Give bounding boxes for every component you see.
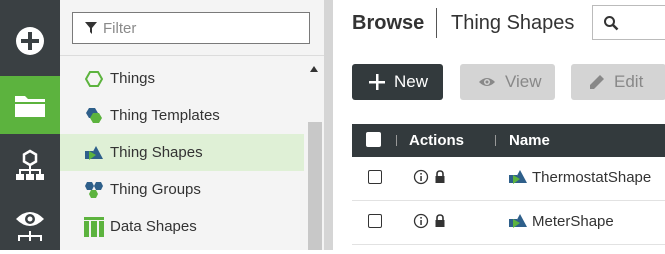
edit-button-label: Edit xyxy=(614,72,644,91)
nav-item-data-shapes[interactable]: Data Shapes xyxy=(60,208,304,245)
monitoring-button[interactable] xyxy=(0,196,60,254)
entity-navigation-panel: Things Thing Templates Thing Shapes xyxy=(60,0,324,250)
main-content: Browse Thing Shapes New View Edit Action… xyxy=(333,0,665,250)
info-icon[interactable] xyxy=(413,169,429,185)
add-button[interactable] xyxy=(0,12,60,70)
nav-divider xyxy=(60,55,324,56)
plus-icon xyxy=(369,74,385,90)
column-divider xyxy=(495,135,496,146)
thing-template-icon xyxy=(84,106,104,126)
nav-item-label: Data Shapes xyxy=(110,218,197,235)
nav-item-label: Things xyxy=(110,70,156,87)
edit-button[interactable]: Edit xyxy=(571,64,665,100)
nav-item-thing-groups[interactable]: Thing Groups xyxy=(60,171,304,208)
filter-input[interactable] xyxy=(97,19,293,37)
filter-box[interactable] xyxy=(72,12,310,44)
filter-icon xyxy=(85,22,97,34)
lock-icon xyxy=(435,214,445,227)
nav-item-thing-templates[interactable]: Thing Templates xyxy=(60,97,304,134)
thing-groups-icon xyxy=(84,180,104,200)
table-row[interactable]: ThermostatShape xyxy=(352,157,665,201)
nav-item-things[interactable]: Things xyxy=(60,60,304,97)
pencil-icon xyxy=(590,75,604,89)
page-title: Browse xyxy=(352,12,425,34)
select-all-checkbox[interactable] xyxy=(366,132,381,147)
network-icon xyxy=(16,149,44,180)
lock-icon xyxy=(435,170,445,183)
column-divider xyxy=(396,135,397,146)
row-checkbox[interactable] xyxy=(368,214,382,228)
row-checkbox[interactable] xyxy=(368,170,382,184)
search-icon xyxy=(604,16,619,31)
row-name-link[interactable]: ThermostatShape xyxy=(532,169,651,186)
page-subtitle: Thing Shapes xyxy=(451,12,575,34)
info-icon[interactable] xyxy=(413,213,429,229)
left-rail xyxy=(0,0,60,250)
eye-icon xyxy=(479,78,495,86)
add-icon xyxy=(16,27,44,55)
new-button-label: New xyxy=(394,72,429,91)
column-header-name[interactable]: Name xyxy=(509,132,550,149)
data-shapes-icon xyxy=(84,216,104,237)
browse-button[interactable] xyxy=(0,76,60,134)
thing-shape-icon xyxy=(84,143,104,163)
nav-item-thing-shapes[interactable]: Thing Shapes xyxy=(60,134,304,171)
hexagon-outline-icon xyxy=(84,69,104,89)
search-box[interactable] xyxy=(592,5,665,40)
view-button[interactable]: View xyxy=(460,64,555,100)
folder-icon xyxy=(15,96,45,117)
nav-list: Things Thing Templates Thing Shapes Thin… xyxy=(60,60,304,245)
scrollbar-thumb[interactable] xyxy=(308,122,322,250)
nav-item-label: Thing Groups xyxy=(110,181,201,198)
thing-shape-icon xyxy=(509,170,527,184)
nav-item-label: Thing Shapes xyxy=(110,144,203,161)
new-button[interactable]: New xyxy=(352,64,443,100)
thing-shape-icon xyxy=(509,214,527,228)
column-header-actions[interactable]: Actions xyxy=(409,132,464,149)
composer-network-button[interactable] xyxy=(0,136,60,194)
view-button-label: View xyxy=(505,72,542,91)
table-header: Actions Name xyxy=(352,124,665,157)
row-name-link[interactable]: MeterShape xyxy=(532,213,614,230)
table-row[interactable]: MeterShape xyxy=(352,201,665,245)
title-divider xyxy=(436,8,437,38)
nav-scrollbar[interactable] xyxy=(306,60,324,250)
scroll-up-arrow-icon[interactable] xyxy=(310,66,318,72)
monitoring-icon xyxy=(16,212,44,241)
nav-item-label: Thing Templates xyxy=(110,107,220,124)
panel-splitter[interactable] xyxy=(324,0,333,250)
